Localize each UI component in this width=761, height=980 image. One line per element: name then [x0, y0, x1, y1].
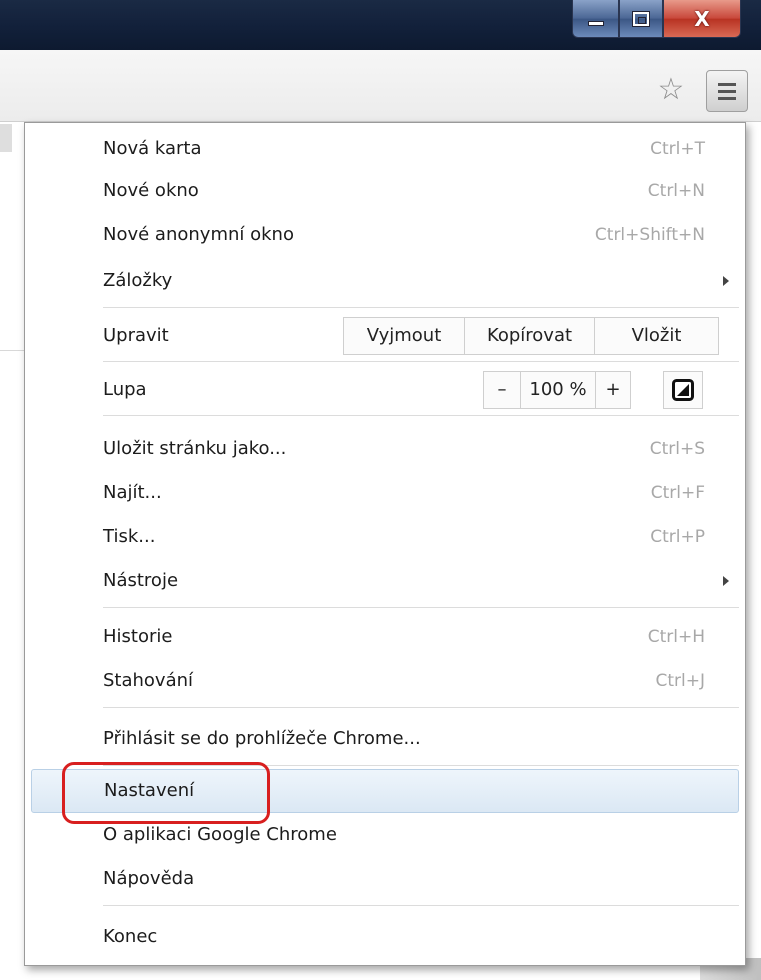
- browser-toolbar: ☆: [0, 50, 761, 122]
- menu-item-save-page[interactable]: Uložit stránku jako... Ctrl+S: [31, 429, 739, 469]
- hamburger-icon: [718, 89, 736, 93]
- fullscreen-icon: [672, 379, 694, 401]
- menu-item-new-window[interactable]: Nové okno Ctrl+N: [31, 171, 739, 211]
- menu-item-label: Tisk...: [103, 526, 156, 547]
- window-controls: X: [572, 0, 761, 42]
- highlight-annotation: [62, 762, 270, 824]
- menu-item-find[interactable]: Najít... Ctrl+F: [31, 473, 739, 513]
- menu-item-shortcut: Ctrl+T: [650, 139, 705, 159]
- menu-separator: [103, 905, 739, 906]
- edit-label: Upravit: [103, 325, 169, 346]
- menu-separator: [103, 361, 739, 362]
- chrome-main-menu: Nová karta Ctrl+T Nové okno Ctrl+N Nové …: [24, 122, 746, 966]
- bookmark-star-icon[interactable]: ☆: [654, 74, 688, 106]
- menu-item-help[interactable]: Nápověda: [31, 859, 739, 899]
- menu-separator: [103, 307, 739, 308]
- menu-item-label: Konec: [103, 926, 158, 947]
- submenu-arrow-icon: [723, 576, 729, 586]
- menu-item-label: Nové okno: [103, 180, 199, 201]
- menu-item-shortcut: Ctrl+S: [649, 439, 705, 459]
- menu-row-zoom: Lupa – 100 % +: [31, 367, 739, 413]
- menu-item-incognito-window[interactable]: Nové anonymní okno Ctrl+Shift+N: [31, 215, 739, 255]
- page-background: [0, 124, 12, 152]
- menu-item-sign-in[interactable]: Přihlásit se do prohlížeče Chrome...: [31, 719, 739, 759]
- close-button[interactable]: X: [663, 0, 741, 38]
- menu-item-new-tab[interactable]: Nová karta Ctrl+T: [31, 129, 739, 169]
- menu-item-label: Stahování: [103, 670, 194, 691]
- chrome-menu-button[interactable]: [706, 70, 748, 112]
- menu-separator: [103, 607, 739, 608]
- zoom-in-button[interactable]: +: [596, 372, 630, 408]
- maximize-button[interactable]: [619, 0, 663, 38]
- menu-item-label: Nová karta: [103, 138, 202, 159]
- menu-item-label: Záložky: [103, 270, 173, 291]
- menu-separator: [103, 707, 739, 708]
- minimize-button[interactable]: [572, 0, 619, 38]
- menu-separator: [103, 415, 739, 416]
- hamburger-icon: [718, 82, 736, 86]
- menu-item-label: Nové anonymní okno: [103, 224, 294, 245]
- menu-item-shortcut: Ctrl+F: [650, 483, 705, 503]
- menu-item-bookmarks[interactable]: Záložky: [31, 261, 739, 301]
- edit-button-group: Vyjmout Kopírovat Vložit: [343, 317, 719, 355]
- menu-item-label: Historie: [103, 626, 173, 647]
- menu-item-shortcut: Ctrl+H: [647, 627, 705, 647]
- menu-item-label: Uložit stránku jako...: [103, 438, 287, 459]
- menu-item-shortcut: Ctrl+N: [647, 181, 705, 201]
- menu-item-shortcut: Ctrl+Shift+N: [594, 225, 705, 245]
- cut-button[interactable]: Vyjmout: [344, 318, 464, 354]
- zoom-out-button[interactable]: –: [484, 372, 520, 408]
- menu-item-label: Najít...: [103, 482, 162, 503]
- menu-item-downloads[interactable]: Stahování Ctrl+J: [31, 661, 739, 701]
- minimize-icon: [587, 21, 604, 26]
- zoom-level-value: 100 %: [520, 372, 596, 408]
- window-title-bar: X: [0, 0, 761, 50]
- fullscreen-button[interactable]: [663, 371, 703, 409]
- close-icon: X: [694, 6, 710, 31]
- menu-item-shortcut: Ctrl+J: [655, 671, 705, 691]
- hamburger-icon: [718, 96, 736, 100]
- submenu-arrow-icon: [723, 276, 729, 286]
- restore-icon: [632, 10, 650, 27]
- zoom-control-group: – 100 % +: [483, 371, 631, 409]
- menu-row-edit: Upravit Vyjmout Kopírovat Vložit: [31, 313, 739, 359]
- menu-item-history[interactable]: Historie Ctrl+H: [31, 617, 739, 657]
- paste-button[interactable]: Vložit: [594, 318, 718, 354]
- menu-item-shortcut: Ctrl+P: [650, 527, 705, 547]
- zoom-label: Lupa: [103, 379, 147, 400]
- menu-item-exit[interactable]: Konec: [31, 917, 739, 957]
- copy-button[interactable]: Kopírovat: [464, 318, 594, 354]
- menu-item-label: Nástroje: [103, 570, 179, 591]
- menu-item-label: Nápověda: [103, 868, 195, 889]
- menu-item-print[interactable]: Tisk... Ctrl+P: [31, 517, 739, 557]
- menu-item-tools[interactable]: Nástroje: [31, 561, 739, 601]
- menu-item-label: Přihlásit se do prohlížeče Chrome...: [103, 728, 421, 749]
